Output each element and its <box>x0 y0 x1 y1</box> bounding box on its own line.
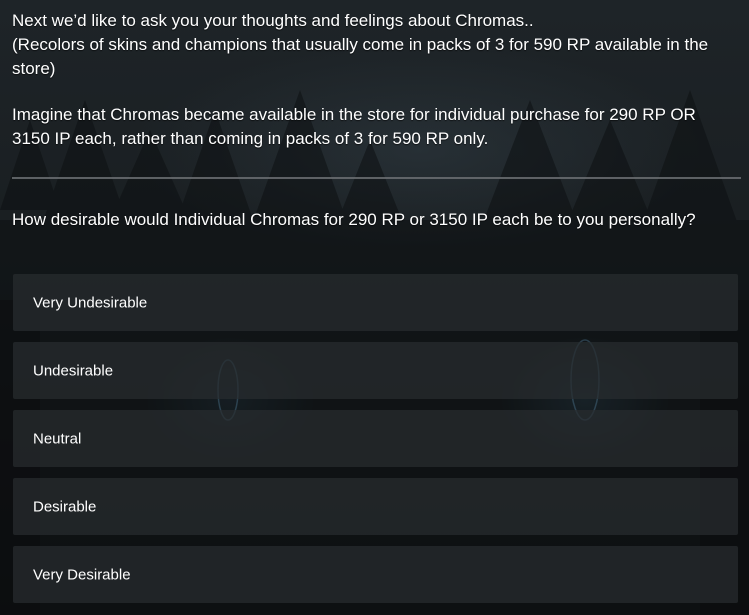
option-label: Very Desirable <box>33 566 131 583</box>
option-label: Desirable <box>33 498 97 515</box>
option-neutral[interactable]: Neutral <box>13 410 738 467</box>
survey-page: Next we’d like to ask you your thoughts … <box>0 0 749 232</box>
question-text: How desirable would Individual Chromas f… <box>12 210 696 229</box>
survey-intro: Next we’d like to ask you your thoughts … <box>12 0 737 151</box>
option-label: Neutral <box>33 430 82 447</box>
option-label: Undesirable <box>33 362 114 379</box>
option-undesirable[interactable]: Undesirable <box>13 342 738 399</box>
option-very-desirable[interactable]: Very Desirable <box>13 546 738 603</box>
intro-line-2: (Recolors of skins and champions that us… <box>12 35 709 78</box>
section-divider <box>12 177 741 179</box>
answer-options: Very Undesirable Undesirable Neutral Des… <box>13 274 738 614</box>
intro-line-1: Next we’d like to ask you your thoughts … <box>12 11 534 30</box>
intro-paragraph-2: Imagine that Chromas became available in… <box>12 105 696 148</box>
option-very-undesirable[interactable]: Very Undesirable <box>13 274 738 331</box>
option-desirable[interactable]: Desirable <box>13 478 738 535</box>
option-label: Very Undesirable <box>33 294 148 311</box>
